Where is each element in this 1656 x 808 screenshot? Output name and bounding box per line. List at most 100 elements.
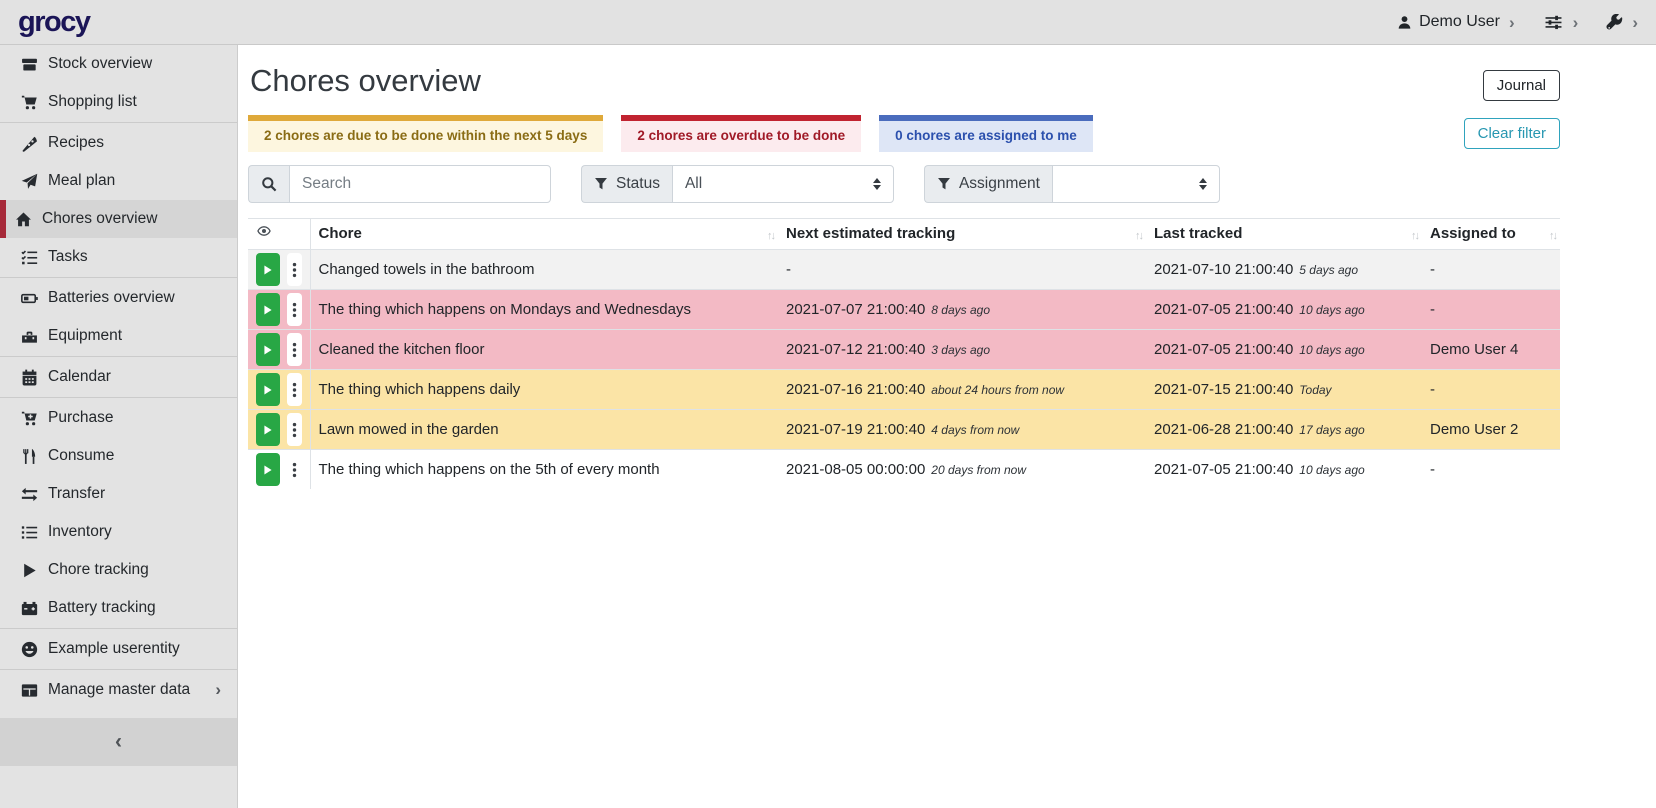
user-menu[interactable]: Demo User › bbox=[1397, 13, 1515, 31]
sidebar-item-inventory[interactable]: Inventory bbox=[0, 513, 237, 551]
paper-plane-icon bbox=[20, 173, 39, 190]
search-input[interactable] bbox=[289, 165, 551, 203]
sidebar-item-batteries-overview[interactable]: Batteries overview bbox=[0, 279, 237, 317]
next-tracking-cell: 2021-07-07 21:00:408 days ago bbox=[778, 290, 1146, 330]
chevron-right-icon: › bbox=[1632, 14, 1638, 31]
time-ago: about 24 hours from now bbox=[931, 383, 1064, 397]
track-chore-button[interactable] bbox=[256, 373, 280, 406]
sidebar-item-chores-overview[interactable]: Chores overview bbox=[0, 200, 237, 238]
search-prepend bbox=[248, 165, 289, 203]
filter-chip-overdue[interactable]: 2 chores are overdue to be done bbox=[621, 115, 861, 152]
time-ago: 8 days ago bbox=[931, 303, 990, 317]
row-menu-button[interactable] bbox=[287, 453, 302, 486]
sidebar-item-battery-tracking[interactable]: Battery tracking bbox=[0, 589, 237, 627]
assignment-select[interactable] bbox=[1052, 165, 1220, 203]
assigned-to-cell: - bbox=[1422, 450, 1560, 490]
play-icon bbox=[20, 562, 39, 579]
chevron-right-icon: › bbox=[1573, 14, 1579, 31]
chore-name-cell: Changed towels in the bathroom bbox=[310, 250, 778, 290]
row-menu-button[interactable] bbox=[287, 413, 302, 446]
sidebar-divider bbox=[0, 669, 237, 670]
status-select[interactable]: All bbox=[672, 165, 894, 203]
row-menu-button[interactable] bbox=[287, 333, 302, 366]
filter-funnel-icon bbox=[937, 177, 951, 191]
calendar-icon bbox=[20, 369, 39, 386]
sidebar-item-label: Battery tracking bbox=[48, 599, 156, 617]
chores-table: Chore↑↓ Next estimated tracking↑↓ Last t… bbox=[248, 218, 1560, 489]
assigned-to-cell: - bbox=[1422, 370, 1560, 410]
track-chore-button[interactable] bbox=[256, 453, 280, 486]
col-header-chore[interactable]: Chore↑↓ bbox=[310, 219, 778, 250]
time-ago: Today bbox=[1299, 383, 1331, 397]
sidebar-item-stock-overview[interactable]: Stock overview bbox=[0, 45, 237, 83]
row-menu-button[interactable] bbox=[287, 253, 302, 286]
filter-chip-due[interactable]: 2 chores are due to be done within the n… bbox=[248, 115, 603, 152]
assignment-prepend: Assignment bbox=[924, 165, 1052, 203]
select-caret-icon bbox=[1199, 178, 1207, 190]
filter-chip-assigned[interactable]: 0 chores are assigned to me bbox=[879, 115, 1093, 152]
sidebar-divider bbox=[0, 122, 237, 123]
eye-icon[interactable] bbox=[256, 224, 272, 238]
smiley-icon bbox=[20, 641, 39, 658]
sidebar-item-meal-plan[interactable]: Meal plan bbox=[0, 162, 237, 200]
sidebar-item-example-userentity[interactable]: Example userentity bbox=[0, 630, 237, 668]
list-icon bbox=[20, 524, 39, 541]
sort-icon: ↑↓ bbox=[1411, 230, 1418, 242]
col-header-assigned[interactable]: Assigned to↑↓ bbox=[1422, 219, 1560, 250]
assigned-to-cell: - bbox=[1422, 250, 1560, 290]
chore-name-cell: The thing which happens on Mondays and W… bbox=[310, 290, 778, 330]
sidebar-item-purchase[interactable]: Purchase bbox=[0, 399, 237, 437]
col-header-next[interactable]: Next estimated tracking↑↓ bbox=[778, 219, 1146, 250]
journal-button[interactable]: Journal bbox=[1483, 70, 1560, 101]
sidebar-collapse-button[interactable]: ‹ bbox=[0, 718, 237, 766]
search-filter-row: Status All Assignment bbox=[248, 165, 1560, 203]
sidebar-item-label: Equipment bbox=[48, 327, 122, 345]
last-tracked-cell: 2021-07-05 21:00:4010 days ago bbox=[1146, 290, 1422, 330]
admin-menu[interactable]: › bbox=[1606, 14, 1638, 31]
sidebar-item-chore-tracking[interactable]: Chore tracking bbox=[0, 551, 237, 589]
col-header-last[interactable]: Last tracked↑↓ bbox=[1146, 219, 1422, 250]
next-tracking-cell: 2021-07-12 21:00:403 days ago bbox=[778, 330, 1146, 370]
sidebar-divider bbox=[0, 356, 237, 357]
chore-row: Cleaned the kitchen floor 2021-07-12 21:… bbox=[248, 330, 1560, 370]
track-chore-button[interactable] bbox=[256, 293, 280, 326]
sidebar-item-shopping-list[interactable]: Shopping list bbox=[0, 83, 237, 121]
sidebar-item-equipment[interactable]: Equipment bbox=[0, 317, 237, 355]
sidebar-item-recipes[interactable]: Recipes bbox=[0, 124, 237, 162]
sort-icon: ↑↓ bbox=[1549, 230, 1556, 242]
filter-funnel-icon bbox=[594, 177, 608, 191]
sidebar-item-consume[interactable]: Consume bbox=[0, 437, 237, 475]
track-chore-button[interactable] bbox=[256, 413, 280, 446]
row-menu-button[interactable] bbox=[287, 373, 302, 406]
sidebar-item-transfer[interactable]: Transfer bbox=[0, 475, 237, 513]
row-menu-button[interactable] bbox=[287, 293, 302, 326]
next-tracking-cell: - bbox=[778, 250, 1146, 290]
track-chore-button[interactable] bbox=[256, 333, 280, 366]
sidebar-item-calendar[interactable]: Calendar bbox=[0, 358, 237, 396]
select-caret-icon bbox=[873, 178, 881, 190]
chore-row: The thing which happens on Mondays and W… bbox=[248, 290, 1560, 330]
sidebar-item-tasks[interactable]: Tasks bbox=[0, 238, 237, 276]
sort-icon: ↑↓ bbox=[1135, 230, 1142, 242]
utensils-icon bbox=[20, 448, 39, 465]
time-ago: 10 days ago bbox=[1299, 463, 1364, 477]
chevron-left-icon: ‹ bbox=[115, 730, 122, 754]
grocy-logo[interactable]: grocy bbox=[18, 8, 89, 37]
clear-filter-button[interactable]: Clear filter bbox=[1464, 118, 1560, 149]
settings-menu[interactable]: › bbox=[1543, 14, 1579, 31]
sidebar-item-label: Inventory bbox=[48, 523, 112, 541]
status-prepend: Status bbox=[581, 165, 672, 203]
assignment-filter-label: Assignment bbox=[959, 175, 1040, 193]
last-tracked-cell: 2021-06-28 21:00:4017 days ago bbox=[1146, 410, 1422, 450]
track-chore-button[interactable] bbox=[256, 253, 280, 286]
assigned-to-cell: Demo User 2 bbox=[1422, 410, 1560, 450]
filter-chips-row: 2 chores are due to be done within the n… bbox=[248, 115, 1560, 152]
sliders-icon bbox=[1543, 14, 1564, 31]
sidebar-divider bbox=[0, 277, 237, 278]
chore-name-cell: Cleaned the kitchen floor bbox=[310, 330, 778, 370]
sidebar-item-manage-master-data[interactable]: Manage master data› bbox=[0, 671, 237, 709]
search-group bbox=[248, 165, 551, 203]
main-content: Chores overview Journal 2 chores are due… bbox=[238, 45, 1656, 808]
sidebar-item-label: Chore tracking bbox=[48, 561, 149, 579]
sort-icon: ↑↓ bbox=[767, 230, 774, 242]
